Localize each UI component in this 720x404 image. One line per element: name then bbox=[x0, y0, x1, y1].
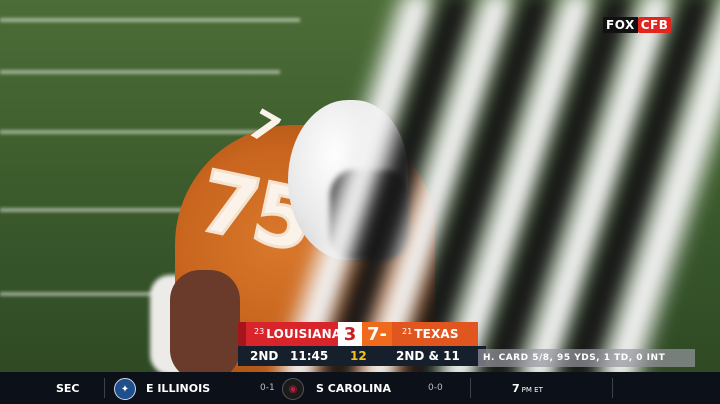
ticker-team1-record: 0-1 bbox=[260, 383, 275, 393]
ticker-conference: SEC bbox=[56, 381, 80, 395]
possession-marker: - bbox=[379, 323, 387, 345]
ticker-divider bbox=[104, 378, 105, 398]
away-rank: 23 bbox=[254, 327, 265, 336]
yard-line bbox=[0, 18, 300, 22]
home-rank: 21 bbox=[402, 327, 413, 336]
referee-blur bbox=[275, 0, 720, 372]
down-distance: 2ND & 11 bbox=[396, 349, 460, 363]
quarter: 2ND bbox=[250, 349, 279, 363]
player-stat-line: H. CARD 5/8, 95 YDS, 1 TD, 0 INT bbox=[478, 349, 695, 367]
ticker-time-value: 7 bbox=[512, 381, 520, 395]
yard-line bbox=[0, 130, 260, 134]
home-score-box: 7- bbox=[362, 322, 392, 346]
player-arm bbox=[170, 270, 240, 372]
yard-line bbox=[0, 70, 280, 74]
home-team-name: TEXAS bbox=[414, 327, 459, 341]
broadcast-video-frame: 7 75 FOX CFB bbox=[0, 0, 720, 372]
ticker-team2-name: S CAROLINA bbox=[316, 381, 391, 395]
cfb-logo-text: CFB bbox=[637, 17, 672, 33]
eastern-illinois-logo-icon: ✦ bbox=[114, 378, 136, 400]
home-team-panel: 21 TEXAS bbox=[392, 322, 478, 346]
ticker-time-suffix: PM ET bbox=[521, 385, 543, 394]
bottom-score-ticker: SEC ✦ E ILLINOIS 0-1 ◉ S CAROLINA 0-0 7P… bbox=[0, 372, 720, 404]
home-score: 7 bbox=[366, 323, 380, 345]
play-clock: 12 bbox=[350, 349, 367, 363]
fox-cfb-logo: FOX CFB bbox=[603, 17, 672, 33]
yard-line bbox=[0, 208, 200, 212]
game-situation-bar: 2ND 11:45 12 2ND & 11 bbox=[238, 346, 486, 366]
game-clock: 11:45 bbox=[290, 349, 329, 363]
south-carolina-logo-icon: ◉ bbox=[282, 378, 304, 400]
away-side-strip bbox=[238, 322, 246, 346]
ticker-kickoff-time: 7 PM ET bbox=[512, 382, 543, 395]
ticker-team2-record: 0-0 bbox=[428, 383, 443, 393]
ticker-team1-name: E ILLINOIS bbox=[146, 381, 211, 395]
ticker-divider bbox=[612, 378, 613, 398]
away-score: 3 bbox=[338, 322, 362, 346]
fox-logo-text: FOX bbox=[603, 17, 638, 33]
away-team-name: LOUISIANA bbox=[266, 327, 342, 341]
ticker-divider bbox=[470, 378, 471, 398]
